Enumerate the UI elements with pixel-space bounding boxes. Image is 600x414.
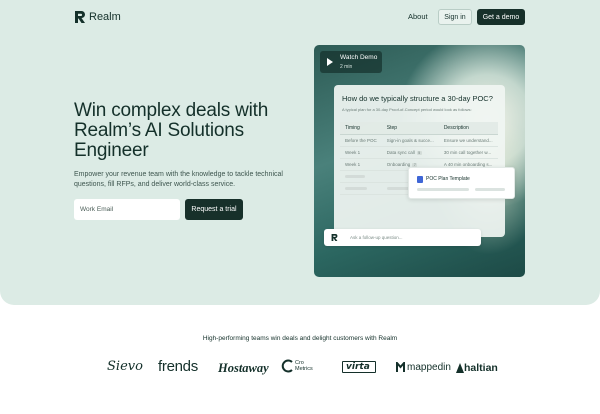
mappedin-wordmark: mappedin bbox=[407, 362, 451, 373]
get-demo-button[interactable]: Get a demo bbox=[477, 9, 525, 25]
chat-answer-panel: How do we typically structure a 30-day P… bbox=[334, 85, 505, 237]
work-email-input[interactable] bbox=[74, 199, 180, 220]
follow-up-input[interactable]: Ask a follow-up question... bbox=[324, 229, 481, 246]
chat-question: How do we typically structure a 30-day P… bbox=[342, 94, 493, 103]
table-cell: 30 min call together w... bbox=[438, 146, 498, 159]
poc-plan-template-label: POC Plan Template bbox=[426, 176, 470, 182]
watch-demo-duration: 2 min bbox=[340, 64, 353, 70]
table-cell: Sign-in goals & succe... bbox=[381, 134, 439, 147]
play-icon bbox=[327, 58, 333, 66]
table-cell: Week 1 bbox=[340, 146, 382, 159]
table-cell: Data sync call 5 bbox=[381, 146, 439, 159]
demo-preview[interactable]: Watch Demo 2 min How do we typically str… bbox=[314, 45, 525, 277]
customers-tagline: High-performing teams win deals and deli… bbox=[202, 335, 398, 342]
table-cell-text: Onboarding bbox=[386, 162, 411, 167]
mappedin-icon bbox=[396, 362, 405, 372]
document-icon bbox=[417, 176, 423, 183]
request-trial-button[interactable]: Request a trial bbox=[185, 199, 243, 220]
chat-intro: A typical plan for a 30-day Proof-of-Con… bbox=[342, 107, 472, 112]
realm-logo-icon bbox=[75, 11, 85, 23]
virta-wordmark: virta bbox=[346, 361, 370, 372]
sievo-logo: Sievo bbox=[107, 359, 143, 374]
table-header: Timing bbox=[340, 122, 382, 135]
brand-name: Realm bbox=[89, 11, 121, 23]
hero-subtext: Empower your revenue team with the knowl… bbox=[74, 171, 283, 188]
placeholder-bar bbox=[417, 188, 469, 191]
watch-demo-button[interactable]: Watch Demo 2 min bbox=[320, 51, 382, 73]
haltian-wordmark: haltian bbox=[464, 362, 498, 374]
poc-plan-template-card[interactable]: POC Plan Template bbox=[408, 167, 515, 199]
sign-in-button[interactable]: Sign in bbox=[438, 9, 472, 25]
crometrics-c-icon bbox=[281, 359, 293, 373]
placeholder-bar bbox=[475, 188, 505, 191]
table-cell-text: Data sync call bbox=[386, 150, 415, 155]
table-cell: Week 1 bbox=[340, 158, 382, 171]
nav-about-link[interactable]: About bbox=[408, 12, 428, 21]
crometrics-wordmark: Cro Metrics bbox=[295, 360, 313, 372]
watch-demo-label: Watch Demo bbox=[340, 54, 378, 61]
table-row: Week 1 Data sync call 5 30 min call toget… bbox=[340, 146, 498, 159]
brand-logo[interactable]: Realm bbox=[74, 10, 121, 24]
source-badge: 5 bbox=[416, 151, 422, 155]
hero-headline: Win complex deals with Realm’s AI Soluti… bbox=[74, 100, 269, 161]
table-cell: Before the POC bbox=[340, 134, 382, 147]
hostaway-logo: Hostaway bbox=[218, 361, 269, 375]
table-header: Description bbox=[438, 122, 498, 135]
table-header: Step bbox=[381, 122, 439, 135]
table-row: Before the POC Sign-in goals & succe... … bbox=[340, 134, 498, 147]
realm-logo-icon bbox=[331, 234, 338, 241]
follow-up-placeholder: Ask a follow-up question... bbox=[350, 235, 403, 240]
placeholder-bar bbox=[345, 187, 367, 191]
haltian-triangle-icon bbox=[456, 363, 464, 373]
table-cell: Ensure we understand... bbox=[438, 134, 498, 147]
placeholder-bar bbox=[345, 175, 365, 179]
virta-logo: virta bbox=[342, 361, 376, 373]
frends-logo: frends bbox=[158, 358, 198, 375]
